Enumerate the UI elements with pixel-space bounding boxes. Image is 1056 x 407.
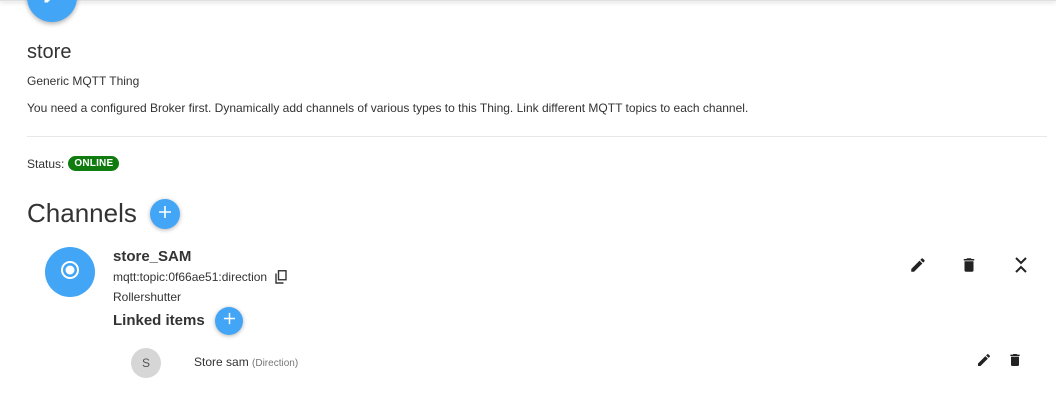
- channel-icon: [45, 247, 95, 297]
- delete-channel-button[interactable]: [957, 255, 981, 279]
- status-badge: ONLINE: [68, 156, 120, 171]
- thing-edit-button[interactable]: [27, 0, 77, 22]
- top-bar: [0, 0, 1056, 1]
- linked-item-tag: (Direction): [252, 358, 299, 369]
- delete-link-button[interactable]: [1005, 352, 1025, 372]
- add-channel-button[interactable]: [150, 199, 180, 229]
- plus-icon: [223, 312, 236, 330]
- add-linked-item-button[interactable]: [215, 307, 243, 335]
- thing-title: store: [27, 41, 72, 63]
- radio-button-icon: [60, 260, 80, 285]
- trash-icon: [960, 256, 978, 279]
- trash-icon: [1007, 352, 1023, 373]
- avatar: S: [131, 348, 161, 378]
- thing-description: You need a configured Broker first. Dyna…: [27, 101, 749, 115]
- status-row: Status: ONLINE: [27, 156, 120, 171]
- channel-uid-row: mqtt:topic:0f66ae51:direction: [113, 270, 287, 284]
- pencil-icon: [976, 352, 992, 373]
- edit-channel-button[interactable]: [906, 255, 930, 279]
- plus-icon: [158, 205, 172, 224]
- divider: [27, 136, 1047, 137]
- thing-type-label: Generic MQTT Thing: [27, 74, 140, 88]
- copy-icon[interactable]: [275, 270, 287, 284]
- linked-items-heading: Linked items: [113, 312, 205, 329]
- pencil-icon: [42, 0, 62, 10]
- pencil-icon: [909, 256, 927, 279]
- channel-type: Rollershutter: [113, 290, 182, 304]
- channel-name: store_SAM: [113, 248, 192, 265]
- status-label: Status:: [27, 156, 65, 171]
- channels-heading: Channels: [27, 198, 137, 228]
- channel-uid: mqtt:topic:0f66ae51:direction: [113, 270, 268, 284]
- collapse-channel-button[interactable]: [1009, 255, 1033, 279]
- linked-item-name: Store sam: [194, 355, 249, 369]
- collapse-icon: [1013, 255, 1029, 280]
- linked-item-label[interactable]: Store sam (Direction): [194, 355, 298, 369]
- edit-link-button[interactable]: [974, 352, 994, 372]
